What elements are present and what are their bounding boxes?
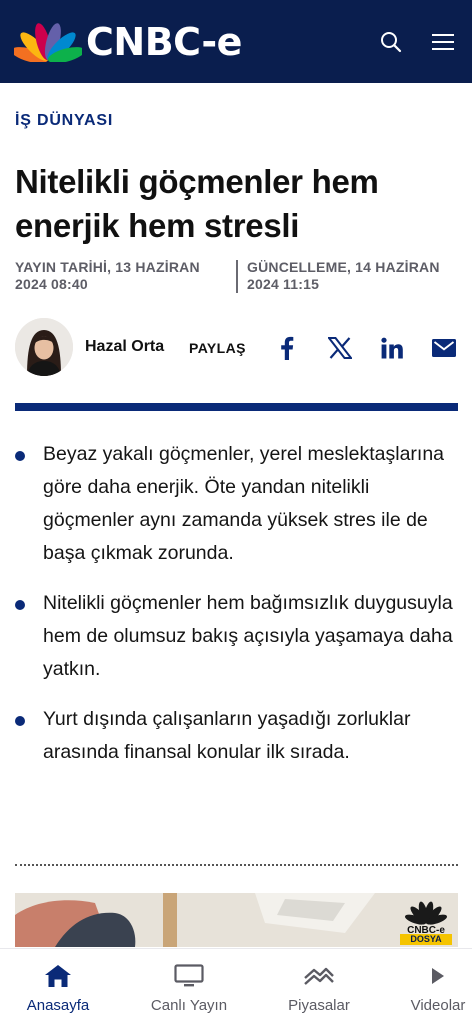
dotted-divider [15, 864, 458, 866]
bullet-dot-icon [15, 716, 25, 726]
menu-button[interactable] [427, 26, 459, 58]
article-image[interactable]: CNBC-e DOSYA [15, 893, 458, 947]
key-point: Nitelikli göçmenler hem bağımsızlık duyg… [15, 587, 460, 686]
markets-icon [304, 963, 334, 989]
share-linkedin-button[interactable] [378, 334, 406, 362]
tv-icon [174, 963, 204, 989]
facebook-icon [281, 336, 294, 360]
author-avatar[interactable] [15, 318, 73, 376]
nav-item-home[interactable]: Anasayfa [22, 963, 94, 1023]
key-point-text: Nitelikli göçmenler hem bağımsızlık duyg… [43, 592, 453, 680]
header-divider [15, 403, 458, 411]
play-icon [423, 963, 453, 989]
home-icon [43, 963, 73, 989]
dosya-label: DOSYA [400, 934, 452, 945]
meta-divider [236, 260, 238, 293]
key-point-text: Yurt dışında çalışanların yaşadığı zorlu… [43, 708, 411, 763]
mail-icon [432, 339, 456, 357]
nav-label-markets: Piyasalar [288, 997, 350, 1014]
bullet-dot-icon [15, 600, 25, 610]
published-date: YAYIN TARİHİ, 13 HAZİRAN 2024 08:40 [15, 259, 235, 293]
nav-label-live: Canlı Yayın [150, 997, 228, 1014]
updated-date: GÜNCELLEME, 14 HAZİRAN 2024 11:15 [247, 259, 467, 293]
top-bar: CNBC-e [0, 0, 472, 83]
peacock-icon [405, 901, 447, 925]
nav-item-videos[interactable]: Videolar [404, 963, 472, 1023]
updated-date-line1: GÜNCELLEME, 14 HAZİRAN [247, 259, 440, 275]
nav-item-markets[interactable]: Piyasalar [282, 963, 356, 1023]
key-point: Yurt dışında çalışanların yaşadığı zorlu… [15, 703, 460, 769]
peacock-icon [14, 23, 82, 62]
key-points-list: Beyaz yakalı göçmenler, yerel meslektaşl… [15, 438, 460, 786]
nav-item-live[interactable]: Canlı Yayın [146, 963, 232, 1023]
share-x-button[interactable] [326, 334, 354, 362]
article-photo [15, 893, 458, 947]
linkedin-icon [381, 337, 403, 359]
search-icon [381, 32, 402, 53]
search-button[interactable] [375, 26, 407, 58]
bullet-dot-icon [15, 451, 25, 461]
author-name[interactable]: Hazal Orta [85, 338, 164, 356]
updated-date-line2: 2024 11:15 [247, 276, 320, 292]
author-share-row: Hazal Orta PAYLAŞ [15, 318, 460, 378]
article-title: Nitelikli göçmenler hem enerjik hem stre… [15, 163, 379, 244]
brand-name: CNBC-e [86, 20, 242, 64]
bottom-navigation: Anasayfa Canlı Yayın Piyasalar Videolar [0, 948, 472, 1024]
key-point: Beyaz yakalı göçmenler, yerel meslektaşl… [15, 438, 460, 570]
published-date-line1: YAYIN TARİHİ, 13 HAZİRAN [15, 259, 200, 275]
nav-label-videos: Videolar [410, 997, 466, 1014]
x-icon [328, 337, 352, 359]
author-photo [15, 318, 73, 376]
published-date-line2: 2024 08:40 [15, 276, 88, 292]
hamburger-menu-icon [432, 34, 454, 50]
key-point-text: Beyaz yakalı göçmenler, yerel meslektaşl… [43, 443, 445, 564]
share-facebook-button[interactable] [273, 334, 301, 362]
share-mail-button[interactable] [430, 334, 458, 362]
share-label: PAYLAŞ [189, 340, 246, 356]
section-label[interactable]: İŞ DÜNYASI [15, 112, 113, 130]
cnbc-logo[interactable]: CNBC-e [14, 18, 242, 66]
nav-label-home: Anasayfa [26, 997, 90, 1014]
